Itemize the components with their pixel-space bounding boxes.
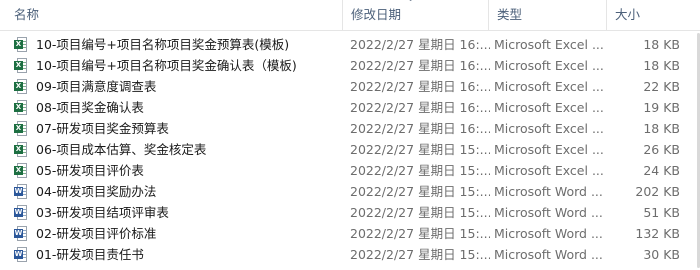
file-row[interactable]: W 02-研发项目评价标准 2022/2/27 星期日 15:... Microsof… [0, 223, 700, 244]
file-type: Microsoft Excel ... [494, 58, 604, 73]
file-type: Microsoft Word ... [494, 205, 603, 220]
file-modified-date: 2022/2/27 星期日 16:... [350, 100, 490, 115]
file-size: 24 KB [643, 163, 680, 178]
file-size: 51 KB [643, 205, 680, 220]
file-type: Microsoft Word ... [494, 247, 603, 262]
file-modified-date: 2022/2/27 星期日 15:... [350, 142, 490, 157]
file-row[interactable]: X 09-项目满意度调查表 2022/2/27 星期日 16:... Microsof… [0, 76, 700, 97]
file-size: 18 KB [643, 58, 680, 73]
file-modified-date: 2022/2/27 星期日 16:... [350, 79, 490, 94]
file-name: 03-研发项目结项评审表 [36, 205, 169, 220]
column-header-date-label: 修改日期 [351, 7, 402, 22]
file-type: Microsoft Excel ... [494, 79, 604, 94]
file-size: 26 KB [643, 142, 680, 157]
excel-file-icon: X [14, 37, 28, 52]
file-name: 05-研发项目评价表 [36, 163, 144, 178]
file-name: 07-研发项目奖金预算表 [36, 121, 169, 136]
column-header-size[interactable]: 大小 [606, 0, 700, 30]
file-size: 132 KB [635, 226, 680, 241]
file-type: Microsoft Excel ... [494, 142, 604, 157]
file-row[interactable]: X 08-项目奖金确认表 2022/2/27 星期日 16:... Microsoft… [0, 97, 700, 118]
file-modified-date: 2022/2/27 星期日 15:... [350, 163, 490, 178]
file-name: 02-研发项目评价标准 [36, 226, 157, 241]
excel-file-icon: X [14, 163, 28, 178]
file-size: 22 KB [643, 79, 680, 94]
file-modified-date: 2022/2/27 星期日 15:... [350, 247, 490, 262]
word-file-icon: W [14, 184, 28, 199]
file-name: 04-研发项目奖励办法 [36, 184, 157, 199]
file-list: X 10-项目编号+项目名称项目奖金预算表(模板) 2022/2/27 星期日 16… [0, 34, 700, 265]
file-type: Microsoft Word ... [494, 184, 603, 199]
file-row[interactable]: X 10-项目编号+项目名称项目奖金预算表(模板) 2022/2/27 星期日 16… [0, 34, 700, 55]
file-modified-date: 2022/2/27 星期日 16:... [350, 37, 490, 52]
file-type: Microsoft Excel ... [494, 121, 604, 136]
word-file-icon: W [14, 205, 28, 220]
column-header-date[interactable]: 修改日期 [342, 0, 488, 30]
column-header-name[interactable]: 名称 [6, 0, 344, 30]
file-name: 10-项目编号+项目名称项目奖金预算表(模板) [36, 37, 290, 52]
file-modified-date: 2022/2/27 星期日 15:... [350, 226, 490, 241]
column-header-bar: 名称 修改日期 ⌄ 类型 大小 [0, 0, 700, 31]
file-type: Microsoft Excel ... [494, 100, 604, 115]
word-file-icon: W [14, 247, 28, 262]
file-name: 08-项目奖金确认表 [36, 100, 144, 115]
column-header-type[interactable]: 类型 [488, 0, 606, 30]
file-row[interactable]: X 10-项目编号+项目名称项目奖金确认表（模板) 2022/2/27 星期日 16… [0, 55, 700, 76]
excel-file-icon: X [14, 121, 28, 136]
file-type: Microsoft Excel ... [494, 37, 604, 52]
file-name: 06-项目成本估算、奖金核定表 [36, 142, 207, 157]
excel-file-icon: X [14, 58, 28, 73]
file-name: 09-项目满意度调查表 [36, 79, 157, 94]
file-size: 18 KB [643, 121, 680, 136]
file-name: 01-研发项目责任书 [36, 247, 144, 262]
file-type: Microsoft Word ... [494, 226, 603, 241]
file-modified-date: 2022/2/27 星期日 16:... [350, 58, 490, 73]
file-modified-date: 2022/2/27 星期日 16:... [350, 121, 490, 136]
file-size: 30 KB [643, 247, 680, 262]
file-row[interactable]: W 01-研发项目责任书 2022/2/27 星期日 15:... Microsoft… [0, 244, 700, 265]
word-file-icon: W [14, 226, 28, 241]
file-row[interactable]: X 05-研发项目评价表 2022/2/27 星期日 15:... Microsoft… [0, 160, 700, 181]
file-size: 19 KB [643, 100, 680, 115]
file-size: 18 KB [643, 37, 680, 52]
file-type: Microsoft Excel ... [494, 163, 604, 178]
file-name: 10-项目编号+项目名称项目奖金确认表（模板) [36, 58, 297, 73]
file-modified-date: 2022/2/27 星期日 15:... [350, 184, 490, 199]
excel-file-icon: X [14, 79, 28, 94]
file-row[interactable]: X 06-项目成本估算、奖金核定表 2022/2/27 星期日 15:... Micr… [0, 139, 700, 160]
file-size: 202 KB [635, 184, 680, 199]
file-row[interactable]: W 04-研发项目奖励办法 2022/2/27 星期日 15:... Microsof… [0, 181, 700, 202]
excel-file-icon: X [14, 142, 28, 157]
excel-file-icon: X [14, 100, 28, 115]
file-row[interactable]: X 07-研发项目奖金预算表 2022/2/27 星期日 16:... Microso… [0, 118, 700, 139]
chevron-up-icon: ⌄ [406, 0, 415, 4]
file-modified-date: 2022/2/27 星期日 15:... [350, 205, 490, 220]
file-row[interactable]: W 03-研发项目结项评审表 2022/2/27 星期日 15:... Microso… [0, 202, 700, 223]
